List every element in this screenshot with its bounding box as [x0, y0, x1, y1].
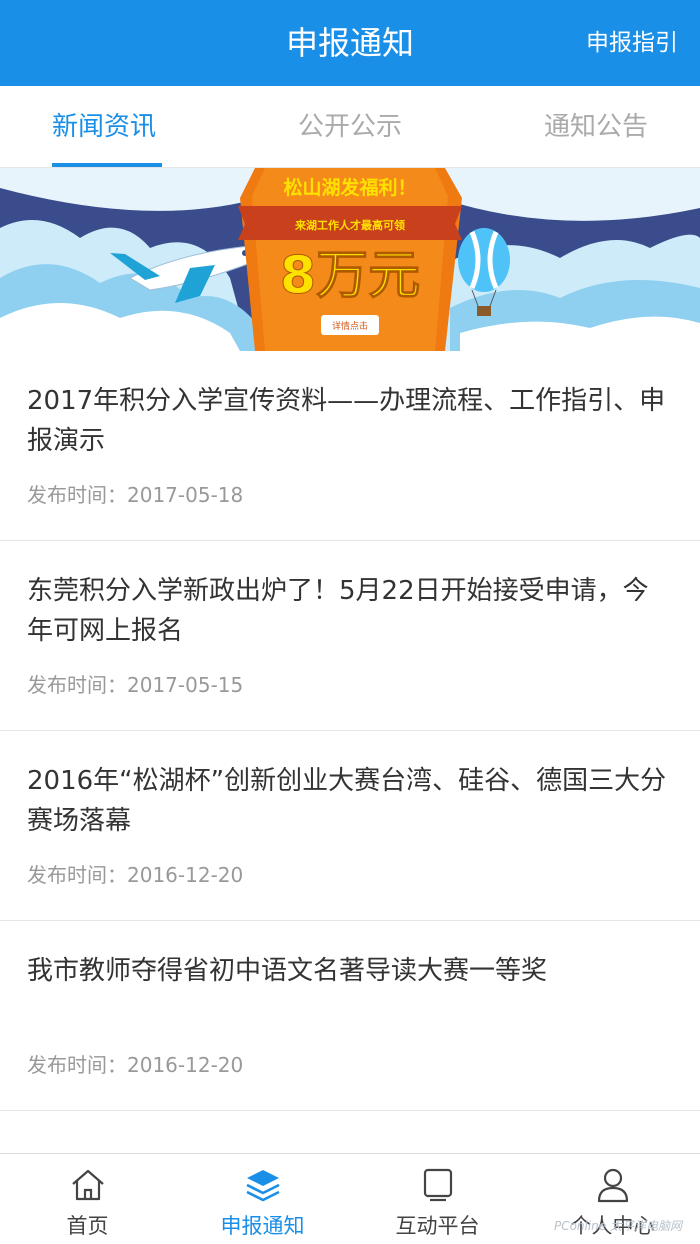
news-title: 2016年“松湖杯”创新创业大赛台湾、硅谷、德国三大分赛场落幕 — [27, 766, 667, 836]
news-date: 发布时间：2016-12-20 — [27, 863, 244, 887]
layers-icon — [245, 1170, 280, 1202]
news-title: 2017年积分入学宣传资料——办理流程、工作指引、申报演示 — [27, 386, 666, 456]
tab-news-label: 新闻资讯 — [52, 112, 157, 142]
banner-subline: 来湖工作人才最高可领 — [294, 218, 405, 232]
tab-publicity[interactable]: 公开公示 — [251, 86, 450, 167]
news-date: 发布时间：2017-05-18 — [27, 483, 244, 507]
home-icon — [71, 1169, 104, 1201]
list-item[interactable]: 我市教师夺得省初中语文名著导读大赛一等奖 发布时间：2016-12-20 — [0, 921, 700, 1111]
watermark-logo: PConline 太平洋电脑网 — [553, 1219, 682, 1233]
tab-publicity-label: 公开公示 — [298, 112, 403, 142]
app-header: 申报通知 申报指引 — [0, 0, 700, 86]
promo-banner[interactable]: 松山湖发福利！ 来湖工作人才最高可领 8万元 详情点击 — [0, 168, 700, 351]
tab-announcements-label: 通知公告 — [544, 112, 649, 142]
tabbar-label: 申报通知 — [220, 1214, 305, 1238]
list-item[interactable]: 2016年“松湖杯”创新创业大赛台湾、硅谷、德国三大分赛场落幕 发布时间：201… — [0, 731, 700, 921]
banner-amount: 8万元 — [280, 246, 420, 306]
active-tab-indicator — [52, 163, 162, 167]
banner-details-button: 详情点击 — [332, 320, 368, 332]
screen-icon — [423, 1168, 452, 1202]
tabbar-item-interaction[interactable]: 互动平台 — [350, 1154, 525, 1244]
banner-headline: 松山湖发福利！ — [283, 176, 416, 199]
user-icon — [597, 1168, 628, 1203]
news-title: 我市教师夺得省初中语文名著导读大赛一等奖 — [27, 956, 548, 986]
tabbar-item-home[interactable]: 首页 — [0, 1154, 175, 1244]
news-title: 东莞积分入学新政出炉了！5月22日开始接受申请，今年可网上报名 — [27, 576, 649, 646]
news-list: 2017年积分入学宣传资料——办理流程、工作指引、申报演示 发布时间：2017-… — [0, 351, 700, 1111]
list-item[interactable]: 2017年积分入学宣传资料——办理流程、工作指引、申报演示 发布时间：2017-… — [0, 351, 700, 541]
tabbar-label: 首页 — [66, 1214, 109, 1238]
guide-link[interactable]: 申报指引 — [586, 0, 678, 86]
category-tabs: 新闻资讯 公开公示 通知公告 — [0, 86, 700, 168]
list-item[interactable]: 东莞积分入学新政出炉了！5月22日开始接受申请，今年可网上报名 发布时间：201… — [0, 541, 700, 731]
tab-announcements[interactable]: 通知公告 — [449, 86, 700, 167]
news-date: 发布时间：2017-05-15 — [27, 673, 244, 697]
tabbar-label: 互动平台 — [395, 1214, 480, 1238]
tab-news[interactable]: 新闻资讯 — [0, 86, 251, 167]
banner-artwork: 松山湖发福利！ 来湖工作人才最高可领 8万元 详情点击 — [0, 168, 700, 351]
news-date: 发布时间：2016-12-20 — [27, 1053, 244, 1077]
tabbar-item-notices[interactable]: 申报通知 — [175, 1154, 350, 1244]
